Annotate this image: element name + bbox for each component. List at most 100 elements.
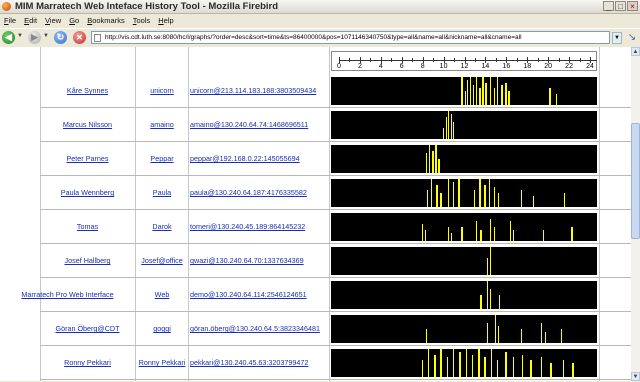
window-title: MIM Marratech Web Inteface History Tool … xyxy=(15,1,279,12)
activity-bar xyxy=(428,145,431,173)
scroll-down-icon[interactable]: ▼ xyxy=(631,372,640,381)
nickname-link[interactable]: Josef@office xyxy=(141,256,183,265)
activity-timeline xyxy=(331,77,597,105)
forward-icon[interactable]: ▶ xyxy=(28,31,41,44)
activity-bar xyxy=(421,360,424,377)
menu-tools[interactable]: Tools xyxy=(129,14,155,27)
activity-bar xyxy=(560,329,563,343)
identity-link[interactable]: pekkari@130.240.45.63:3203799472 xyxy=(189,358,308,367)
axis-tick xyxy=(537,58,539,62)
user-name-cell: Kåre Synnes xyxy=(40,74,135,108)
nickname-link[interactable]: amaino xyxy=(150,120,174,129)
nickname-cell: Darok xyxy=(136,210,188,244)
activity-bar xyxy=(486,258,488,275)
user-name-cell: Göran Öberg@CDT xyxy=(40,312,135,346)
table-row: Kåre Synnes unicorn unicorn@213.114.183.18… xyxy=(0,74,631,108)
axis-tick-label: 20 xyxy=(544,63,553,70)
user-name-link[interactable]: Kåre Synnes xyxy=(67,86,108,95)
activity-bar xyxy=(540,323,543,343)
user-name-link[interactable]: Marratech Pro Web Interface xyxy=(21,290,113,299)
identity-link[interactable]: tomeri@130.240.45.189:864145232 xyxy=(189,222,305,231)
url-dropdown-icon[interactable]: ▼ xyxy=(612,32,622,44)
page-icon xyxy=(94,34,101,42)
stop-icon[interactable]: ✕ xyxy=(73,31,86,44)
nickname-link[interactable]: Peppar xyxy=(150,154,173,163)
identity-link[interactable]: qwazi@130.240.64.70:1337634369 xyxy=(189,256,304,265)
activity-bar xyxy=(479,88,481,105)
identity-link[interactable]: demo@130.240.64.114:2546124651 xyxy=(189,290,307,299)
menu-view[interactable]: View xyxy=(41,14,65,27)
vertical-scrollbar[interactable]: ▲ ▼ xyxy=(631,47,640,381)
activity-bar xyxy=(496,360,499,377)
maximize-icon[interactable]: □ xyxy=(615,1,626,11)
axis-tick-label: 12 xyxy=(460,63,469,70)
nickname-link[interactable]: Web xyxy=(155,290,170,299)
nickname-cell: Peppar xyxy=(136,142,188,176)
menu-label-rest: iew xyxy=(49,16,62,25)
page-content: 0 2 4 6 8 10 12 14 16 18 20 22 24 Kåre Synnes unicorn… xyxy=(0,47,631,381)
axis-tick-label: 16 xyxy=(502,63,511,70)
user-name-link[interactable]: Josef Hallberg xyxy=(65,256,111,265)
nickname-link[interactable]: Paula xyxy=(153,188,171,197)
table-row: Göran Öberg@CDT goggi göran.öberg@130.240.… xyxy=(0,312,631,346)
back-dropdown-icon[interactable]: ▼ xyxy=(17,33,23,39)
activity-bar xyxy=(530,360,532,377)
axis-tick xyxy=(412,58,414,62)
forward-dropdown-icon[interactable]: ▼ xyxy=(43,33,49,39)
activity-timeline xyxy=(331,349,597,377)
user-name-cell: Josef Hallberg xyxy=(40,244,135,278)
identity-link[interactable]: göran.öberg@130.240.64.5:3823346481 xyxy=(189,324,320,333)
activity-bar xyxy=(480,295,482,309)
minimize-icon[interactable]: _ xyxy=(603,1,614,11)
user-name-link[interactable]: Göran Öberg@CDT xyxy=(55,324,119,333)
activity-bar xyxy=(479,179,481,207)
menu-edit[interactable]: Edit xyxy=(20,14,41,27)
menu-bar: File Edit View Go Bookmarks Tools Help xyxy=(0,14,640,27)
scrollbar-thumb[interactable] xyxy=(631,123,640,239)
url-text[interactable]: http://vis.cdt.luth.se:8080/hc/l/graphs/… xyxy=(105,32,522,43)
user-name-link[interactable]: Peter Parnes xyxy=(67,154,109,163)
nickname-link[interactable]: goggi xyxy=(153,324,171,333)
identity-link[interactable]: unicorn@213.114.183.188:3803509434 xyxy=(189,86,316,95)
scroll-up-icon[interactable]: ▲ xyxy=(631,47,640,56)
nickname-link[interactable]: Ronny Pekkari xyxy=(139,358,186,367)
user-name-link[interactable]: Paula Wennberg xyxy=(61,188,114,197)
nickname-link[interactable]: unicorn xyxy=(150,86,174,95)
identity-cell: tomeri@130.240.45.189:864145232 xyxy=(189,210,329,244)
table-row: Marcus Nilsson amaino amaino@130.240.64.74… xyxy=(0,108,631,142)
menu-go[interactable]: Go xyxy=(65,14,83,27)
url-field[interactable]: http://vis.cdt.luth.se:8080/hc/l/graphs/… xyxy=(91,31,610,44)
identity-link[interactable]: peppar@192.168.0.22:145055694 xyxy=(189,154,300,163)
activity-bar xyxy=(521,190,523,207)
go-icon[interactable]: ↘ xyxy=(626,31,638,44)
table-row: Paula Wennberg Paula paula@130.240.64.187:… xyxy=(0,176,631,210)
row-separator xyxy=(40,379,631,380)
user-name-link[interactable]: Ronny Pekkari xyxy=(64,358,111,367)
activity-bar xyxy=(555,93,557,105)
activity-bar xyxy=(512,229,515,241)
identity-link[interactable]: paula@130.240.64.187:4176335582 xyxy=(189,188,307,197)
activity-bar xyxy=(432,150,434,173)
activity-bar xyxy=(440,193,442,207)
user-name-link[interactable]: Tomas xyxy=(77,222,98,231)
identity-cell: amaino@130.240.64.74:1468696511 xyxy=(189,108,329,142)
nickname-cell: Paula xyxy=(136,176,188,210)
axis-tick xyxy=(454,58,456,62)
activity-timeline xyxy=(331,111,597,139)
user-name-link[interactable]: Marcus Nilsson xyxy=(63,120,112,129)
nickname-link[interactable]: Darok xyxy=(152,222,171,231)
user-name-cell: Peter Parnes xyxy=(40,142,135,176)
menu-file[interactable]: File xyxy=(0,14,20,27)
menu-bookmarks[interactable]: Bookmarks xyxy=(83,14,129,27)
menu-help[interactable]: Help xyxy=(154,14,177,27)
axis-tick-label: 2 xyxy=(357,63,362,70)
identity-link[interactable]: amaino@130.240.64.74:1468696511 xyxy=(189,120,308,129)
user-name-cell: Paula Wennberg xyxy=(40,176,135,210)
activity-bar xyxy=(461,227,463,241)
navigation-toolbar: ◀ ▼ ▶ ▼ ↻ ✕ http://vis.cdt.luth.se:8080/… xyxy=(0,28,640,48)
activity-bar xyxy=(494,315,497,343)
reload-icon[interactable]: ↻ xyxy=(54,31,67,44)
axis-tick-label: 22 xyxy=(565,63,573,70)
close-icon[interactable]: × xyxy=(627,1,638,11)
back-icon[interactable]: ◀ xyxy=(2,31,15,44)
